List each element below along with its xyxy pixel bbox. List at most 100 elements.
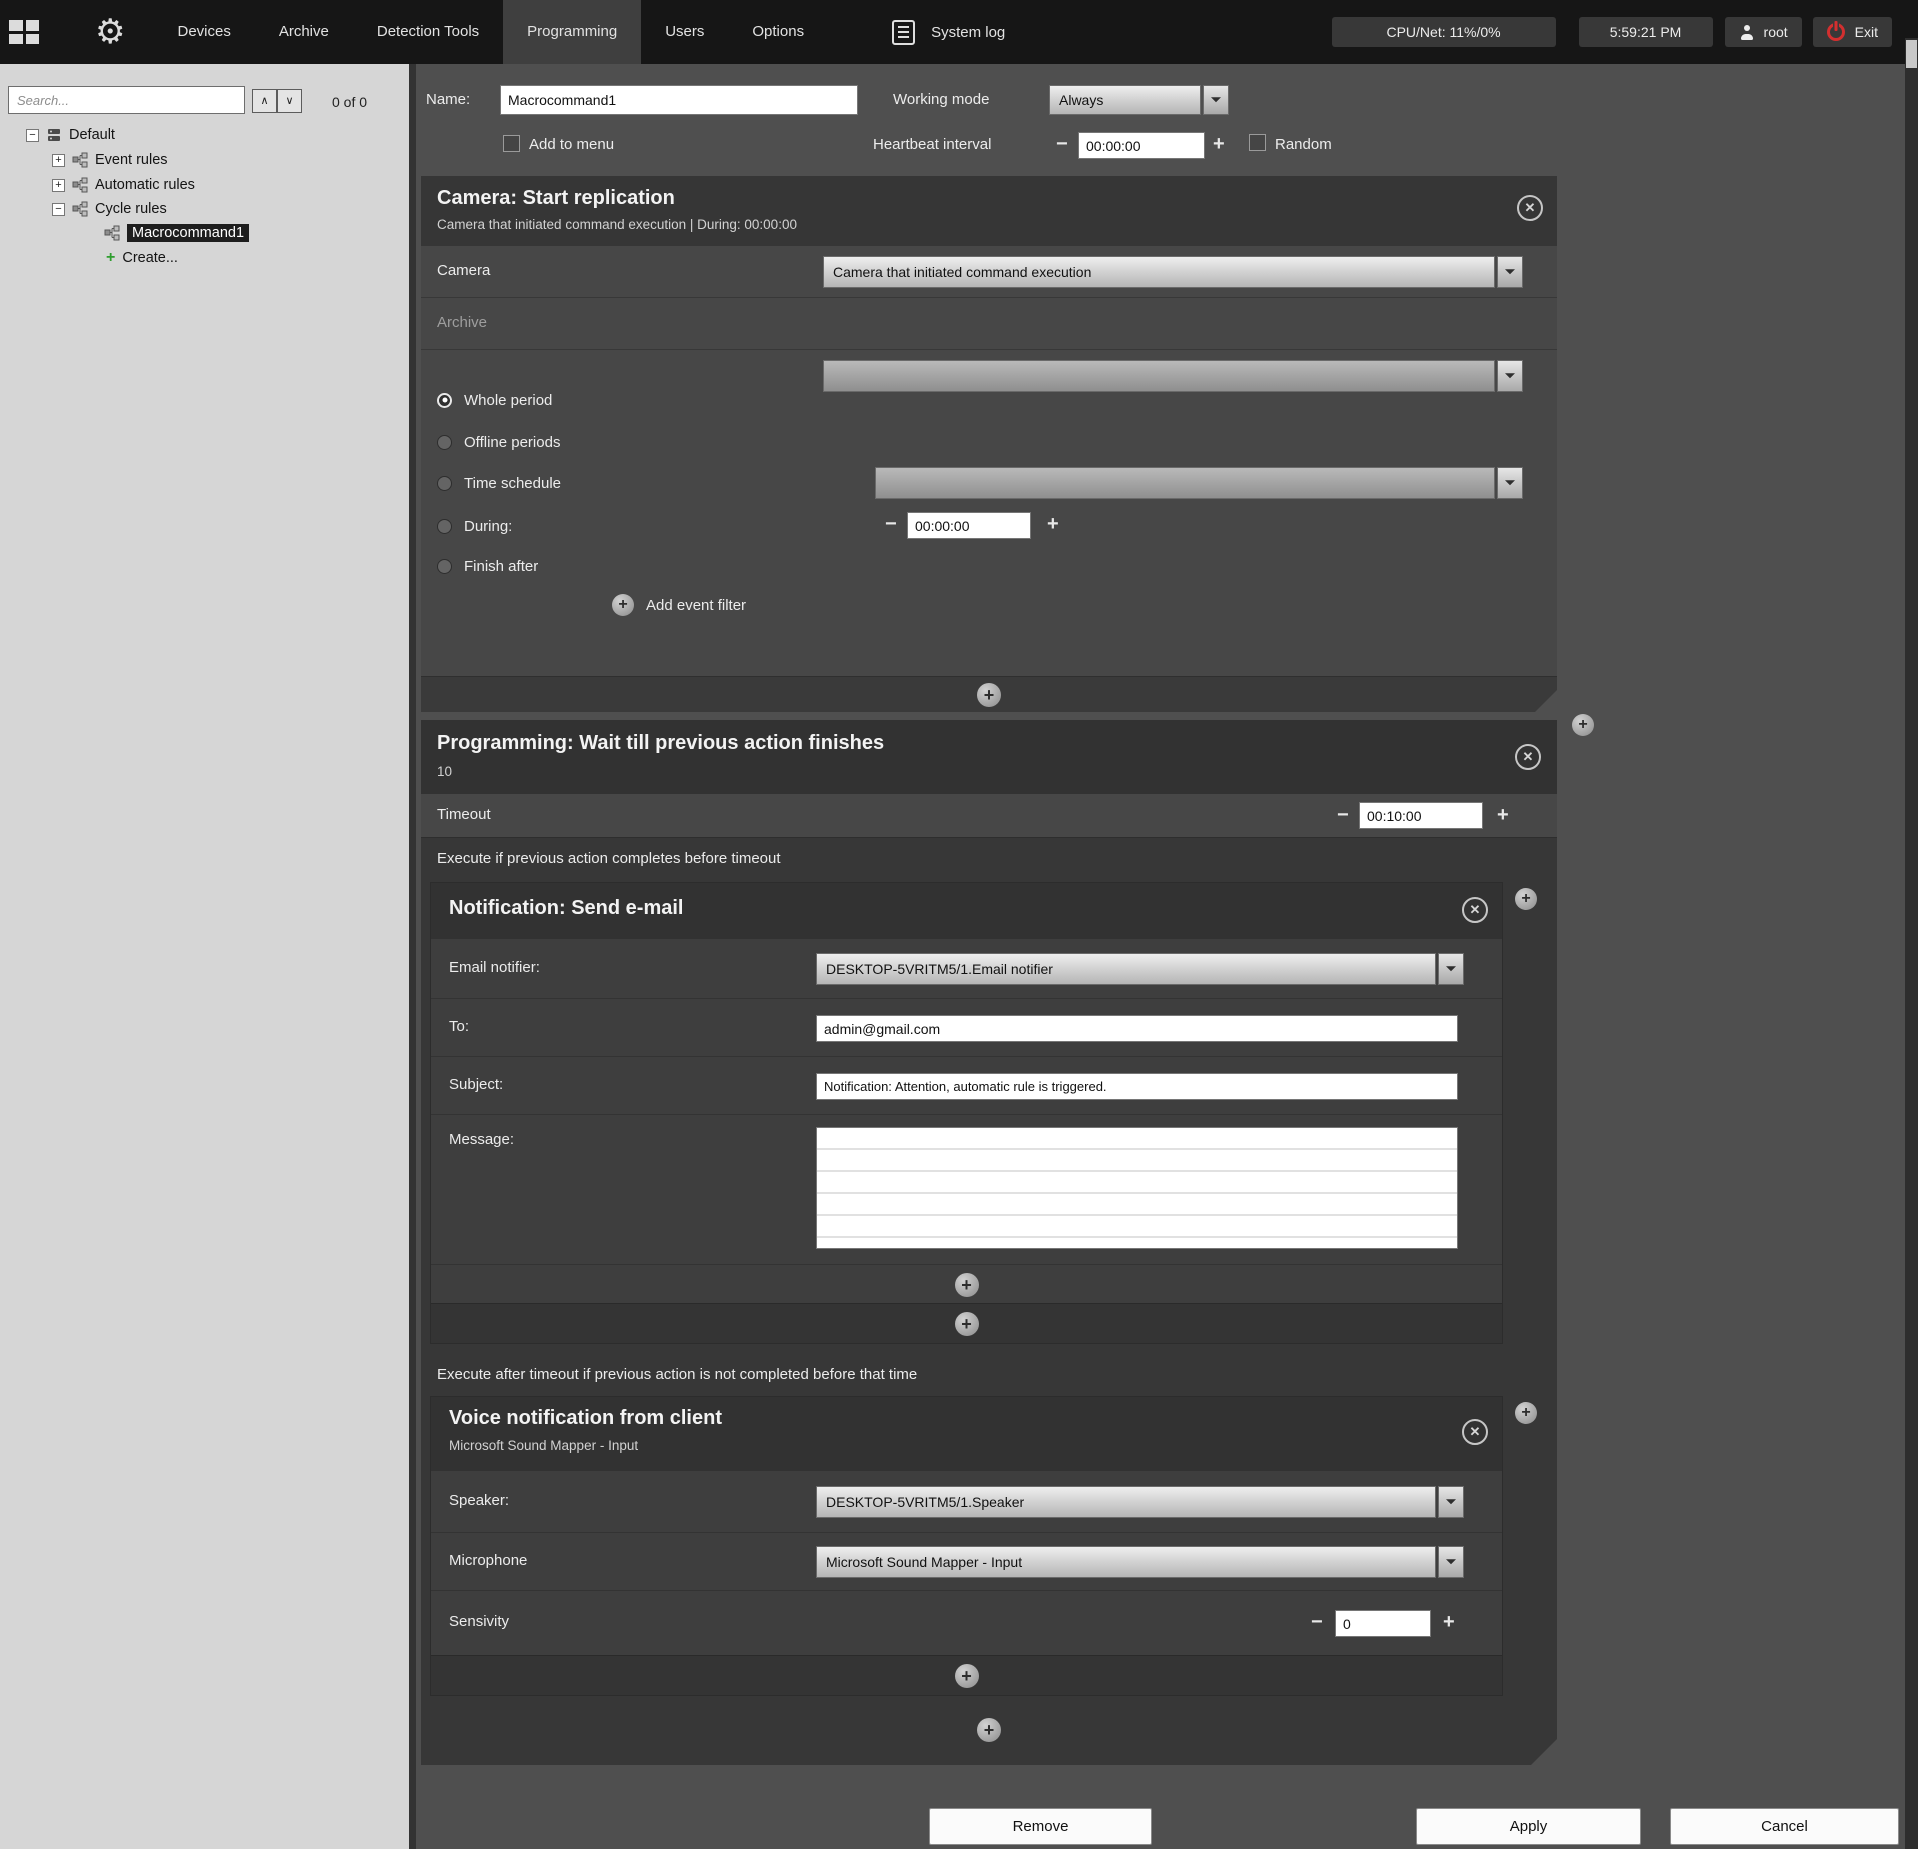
radio-finish-after[interactable]: Finish after [437,554,538,578]
chevron-down-icon[interactable] [1497,256,1523,288]
chevron-down-icon[interactable] [1203,85,1229,115]
sensitivity-decrease-button[interactable]: − [1311,1609,1323,1635]
remove-action-button[interactable]: ✕ [1462,1419,1488,1445]
microphone-dropdown[interactable]: Microsoft Sound Mapper - Input [816,1546,1464,1578]
tab-programming[interactable]: Programming [503,0,641,64]
add-action-button[interactable]: + [955,1312,979,1336]
radio-icon[interactable] [437,559,452,574]
scrollbar-thumb[interactable] [1906,40,1917,68]
tab-users[interactable]: Users [641,0,728,64]
user-badge[interactable]: root [1725,17,1802,47]
speaker-dropdown[interactable]: DESKTOP-5VRITM5/1.Speaker [816,1486,1464,1518]
chevron-down-icon[interactable] [1438,1546,1464,1578]
expand-expander-icon[interactable]: + [52,154,65,167]
settings-gear-icon[interactable]: ⚙ [95,0,125,64]
email-notifier-dropdown[interactable]: DESKTOP-5VRITM5/1.Email notifier [816,953,1464,985]
during-input[interactable] [907,512,1031,539]
add-field-button[interactable]: + [955,1273,979,1297]
radio-during[interactable]: During: [437,514,512,538]
collapse-expander-icon[interactable]: − [52,203,65,216]
during-decrease-button[interactable]: − [885,511,897,537]
message-textarea[interactable] [816,1127,1458,1249]
time-schedule-dropdown[interactable] [875,467,1523,499]
radio-time-schedule[interactable]: Time schedule [437,471,561,495]
vertical-scrollbar[interactable] [1905,38,1918,1849]
email-block-footer: + [431,1303,1502,1343]
random-checkbox[interactable] [1249,134,1266,151]
tree-item-cycle-rules[interactable]: − Cycle rules [52,198,167,220]
speaker-label: Speaker: [449,1492,509,1509]
main-menu-icon[interactable] [9,20,39,44]
radio-whole-period[interactable]: Whole period [437,388,552,412]
sensitivity-input[interactable] [1335,1610,1431,1637]
to-input[interactable] [816,1015,1458,1042]
panel-splitter[interactable] [409,64,416,1849]
add-to-menu-checkbox[interactable] [503,135,520,152]
tab-options[interactable]: Options [728,0,828,64]
radio-offline-periods[interactable]: Offline periods [437,430,560,454]
add-parallel-action-button[interactable]: + [1515,888,1537,910]
radio-icon[interactable] [437,519,452,534]
name-input[interactable] [500,85,858,115]
subject-input[interactable] [816,1073,1458,1100]
system-log-item[interactable]: System log [890,19,1005,46]
chevron-down-icon[interactable] [1438,953,1464,985]
timeout-input[interactable] [1359,802,1483,829]
radio-icon[interactable] [437,393,452,408]
archive-dropdown[interactable] [823,360,1523,392]
camera-value: Camera that initiated command execution [823,256,1495,288]
during-increase-button[interactable]: + [1047,511,1059,537]
system-log-icon [890,19,917,46]
add-parallel-action-button[interactable]: + [1515,1402,1537,1424]
radio-icon[interactable] [437,435,452,450]
radio-label: Offline periods [464,434,560,451]
timeout-increase-button[interactable]: + [1497,802,1509,828]
tab-archive[interactable]: Archive [255,0,353,64]
chevron-down-icon[interactable] [1497,360,1523,392]
cpu-net-badge: CPU/Net: 11%/0% [1332,17,1556,47]
heartbeat-increase-button[interactable]: + [1213,131,1225,157]
apply-button[interactable]: Apply [1416,1808,1641,1845]
user-name: root [1764,24,1788,40]
tree-item-label: Create... [122,250,178,266]
remove-action-button[interactable]: ✕ [1515,744,1541,770]
camera-label: Camera [437,262,490,279]
tree-item-create[interactable]: + Create... [106,247,178,269]
camera-dropdown[interactable]: Camera that initiated command execution [823,256,1523,288]
chevron-down-icon[interactable] [1438,1486,1464,1518]
search-input[interactable] [8,86,245,114]
expand-expander-icon[interactable]: + [52,179,65,192]
heartbeat-input[interactable] [1078,132,1205,159]
tree-item-event-rules[interactable]: + Event rules [52,149,168,171]
remove-button[interactable]: Remove [929,1808,1152,1845]
heartbeat-label: Heartbeat interval [873,136,991,153]
exit-button[interactable]: Exit [1813,17,1892,47]
working-mode-dropdown[interactable]: Always [1049,85,1229,115]
add-event-filter-button[interactable]: + Add event filter [612,594,746,616]
search-next-button[interactable]: ∨ [277,89,302,113]
tree-item-automatic-rules[interactable]: + Automatic rules [52,174,195,196]
tree-item-macrocommand[interactable]: Macrocommand1 [104,222,249,244]
chevron-down-icon[interactable] [1497,467,1523,499]
radio-icon[interactable] [437,476,452,491]
add-field-button[interactable]: + [955,1664,979,1688]
tab-detection-tools[interactable]: Detection Tools [353,0,503,64]
sensitivity-increase-button[interactable]: + [1443,1609,1455,1635]
search-prev-button[interactable]: ∧ [252,89,277,113]
create-plus-icon: + [106,251,115,265]
system-log-label: System log [931,24,1005,41]
remove-action-button[interactable]: ✕ [1462,897,1488,923]
add-action-button[interactable]: + [977,1718,1001,1742]
add-action-button[interactable]: + [977,683,1001,707]
cancel-button[interactable]: Cancel [1670,1808,1899,1845]
tree-item-label: Default [69,127,115,143]
add-to-menu-label: Add to menu [529,136,614,153]
tab-devices[interactable]: Devices [153,0,254,64]
timeout-decrease-button[interactable]: − [1337,802,1349,828]
heartbeat-decrease-button[interactable]: − [1056,131,1068,157]
add-parallel-action-button[interactable]: + [1572,714,1594,736]
remove-action-button[interactable]: ✕ [1517,195,1543,221]
camera-block-subtitle: Camera that initiated command execution … [437,217,1541,232]
collapse-expander-icon[interactable]: − [26,129,39,142]
tree-item-default[interactable]: − Default [26,124,115,146]
